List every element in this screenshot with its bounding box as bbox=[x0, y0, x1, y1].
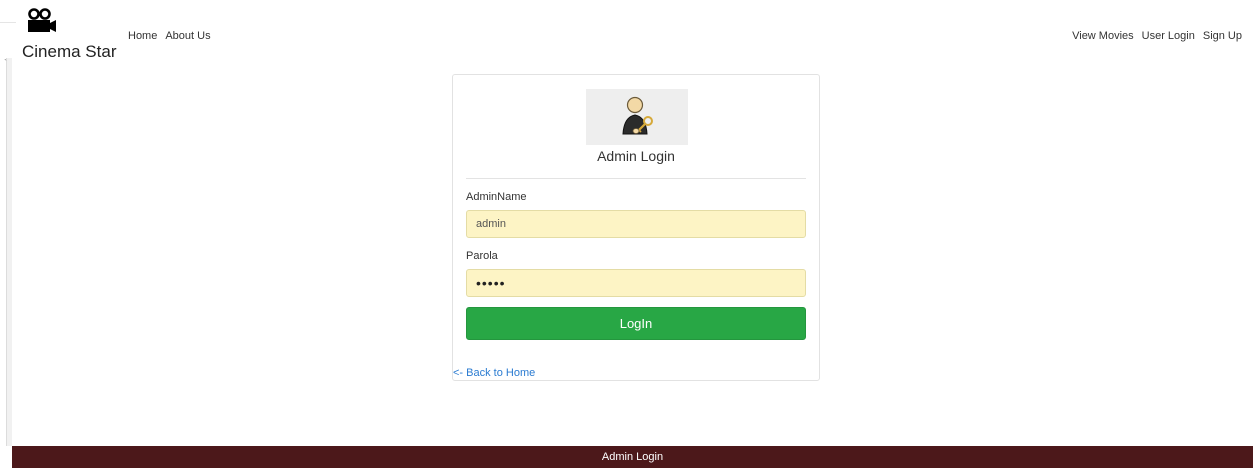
nav-user-login-link[interactable]: User Login bbox=[1142, 30, 1195, 42]
nav-home-link[interactable]: Home bbox=[128, 30, 157, 42]
login-button[interactable]: LogIn bbox=[466, 307, 806, 340]
brand-name: Cinema Star bbox=[22, 42, 117, 61]
account-nav: View Movies User Login Sign Up bbox=[1072, 30, 1242, 42]
nav-view-movies-link[interactable]: View Movies bbox=[1072, 30, 1134, 42]
password-label: Parola bbox=[466, 250, 498, 262]
password-value: ••••• bbox=[476, 275, 506, 291]
back-to-home-link[interactable]: <- Back to Home bbox=[453, 367, 535, 379]
nav-about-us-link[interactable]: About Us bbox=[165, 30, 210, 42]
movie-camera-icon bbox=[28, 8, 56, 32]
admin-user-key-icon bbox=[622, 96, 653, 135]
card-title: Admin Login bbox=[597, 148, 675, 164]
avatar bbox=[586, 89, 688, 145]
admin-name-label: AdminName bbox=[466, 191, 527, 203]
admin-name-value: admin bbox=[476, 218, 506, 230]
primary-nav: Home About Us bbox=[128, 30, 211, 42]
admin-login-card: Admin Login AdminName admin Parola •••••… bbox=[452, 74, 820, 381]
password-input[interactable]: ••••• bbox=[466, 269, 806, 297]
admin-name-input[interactable]: admin bbox=[466, 210, 806, 238]
page-left-scrollbar bbox=[6, 58, 12, 446]
gutter-tick-mark: ` bbox=[4, 58, 7, 68]
footer-bar: Admin Login bbox=[12, 446, 1253, 468]
gutter-divider bbox=[0, 22, 16, 23]
nav-sign-up-link[interactable]: Sign Up bbox=[1203, 30, 1242, 42]
footer-text: Admin Login bbox=[601, 451, 664, 463]
card-divider bbox=[466, 178, 806, 179]
